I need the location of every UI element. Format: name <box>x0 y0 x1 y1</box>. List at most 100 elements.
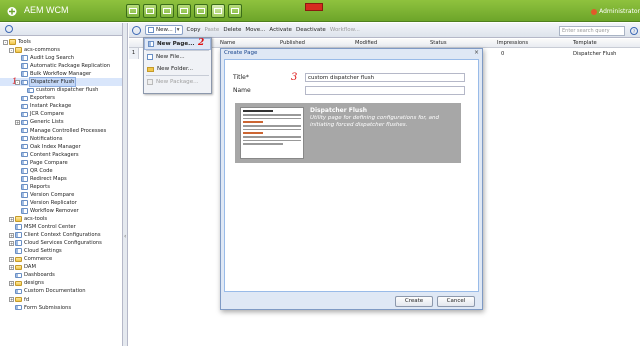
dialog-title-bar[interactable]: Create Page × <box>221 49 482 58</box>
tree-item[interactable]: Workflow Remover <box>0 207 122 215</box>
new-dropdown-menu: New Page... 2 New File... New Folder... … <box>143 37 212 94</box>
column-status[interactable]: Status <box>430 40 447 46</box>
menu-new-page[interactable]: New Page... 2 <box>144 38 211 50</box>
move-button[interactable]: Move... <box>245 27 265 33</box>
tree-item[interactable]: MSM Control Center <box>0 223 122 231</box>
tree-item[interactable]: + Cloud Services Configurations <box>0 239 122 247</box>
title-field[interactable]: custom dispatcher flush <box>305 73 465 82</box>
tree-item[interactable]: custom dispatcher flush <box>0 86 122 94</box>
expand-icon[interactable]: + <box>9 216 14 222</box>
copy-button[interactable]: Copy <box>187 27 201 33</box>
tree-item[interactable]: + Generic Lists <box>0 118 122 126</box>
tree-item-label: Tools <box>18 39 31 46</box>
tree-item-label: Redirect Maps <box>30 175 67 182</box>
expand-icon[interactable]: + <box>9 240 14 246</box>
tree-item[interactable]: + fd <box>0 296 122 304</box>
expand-icon[interactable]: + <box>9 297 14 303</box>
panel-splitter[interactable]: ‹ <box>123 23 128 346</box>
tree-item[interactable]: Version Replicator <box>0 199 122 207</box>
page-icon <box>21 168 28 174</box>
collapse-arrow-icon[interactable]: ‹ <box>124 233 126 240</box>
tree-item[interactable]: Bulk Workflow Manager <box>0 70 122 78</box>
tree-item[interactable]: Instant Package <box>0 102 122 110</box>
activate-button[interactable]: Activate <box>269 27 292 33</box>
search-input[interactable]: Enter search query <box>559 26 625 36</box>
tree-item[interactable]: Redirect Maps <box>0 175 122 183</box>
page-icon <box>21 111 28 118</box>
expand-icon[interactable]: + <box>9 280 14 286</box>
tree-item[interactable]: + Client Context Configurations <box>0 231 122 239</box>
chevron-down-icon[interactable]: ▾ <box>174 27 180 33</box>
help-icon[interactable]: ? <box>630 27 638 35</box>
close-icon[interactable]: × <box>473 50 480 57</box>
tree-item[interactable]: Exporters <box>0 94 122 102</box>
column-name[interactable]: Name <box>220 40 235 46</box>
tree-item[interactable]: Content Packagers <box>0 151 122 159</box>
menu-new-file[interactable]: New File... <box>144 51 211 63</box>
create-button[interactable]: Create <box>395 296 433 307</box>
menu-new-folder[interactable]: New Folder... <box>144 63 211 75</box>
tree-item[interactable]: + Commerce <box>0 255 122 263</box>
tree-item[interactable]: Reports <box>0 183 122 191</box>
collapse-icon[interactable]: - <box>3 39 8 45</box>
tree-item-label: Oak Index Manager <box>30 143 81 150</box>
tree-item[interactable]: Manage Controlled Processes <box>0 127 122 135</box>
tree-item-label: Instant Package <box>30 103 72 110</box>
cancel-button[interactable]: Cancel <box>437 296 475 307</box>
paste-button[interactable]: Paste <box>204 27 219 33</box>
tree-item[interactable]: Cloud Settings <box>0 247 122 255</box>
expand-icon[interactable]: + <box>9 256 14 262</box>
tree-item[interactable]: Automatic Package Replication <box>0 62 122 70</box>
user-menu[interactable]: Administrator <box>591 8 640 15</box>
tree-item-label: Reports <box>30 183 50 190</box>
tree-item[interactable]: Audit Log Search <box>0 54 122 62</box>
tree-item[interactable]: Version Compare <box>0 191 122 199</box>
users-button[interactable] <box>228 4 242 18</box>
campaigns-button[interactable] <box>177 4 191 18</box>
tree-item[interactable]: JCR Compare <box>0 110 122 118</box>
tree-item[interactable]: Custom Documentation <box>0 287 122 295</box>
tree-item[interactable]: - Dispatcher Flush 1 <box>0 77 122 88</box>
tree-item[interactable]: + designs <box>0 279 122 287</box>
tree-item[interactable]: Dashboards <box>0 271 122 279</box>
digital-assets-button[interactable] <box>143 4 157 18</box>
tree-item[interactable]: Form Submissions <box>0 304 122 312</box>
collapse-icon[interactable]: - <box>9 47 14 53</box>
folder-icon <box>15 216 22 222</box>
refresh-icon[interactable] <box>132 25 141 35</box>
tree-item[interactable]: Page Compare <box>0 159 122 167</box>
tree-item[interactable]: Oak Index Manager <box>0 143 122 151</box>
expand-icon[interactable]: + <box>9 232 14 238</box>
column-impressions[interactable]: Impressions <box>497 40 528 46</box>
tree-item[interactable]: Notifications <box>0 135 122 143</box>
tree-item-label: Manage Controlled Processes <box>30 127 107 134</box>
workflow-button[interactable]: Workflow... <box>330 27 360 33</box>
tree-item[interactable]: - acs-commons <box>0 46 122 54</box>
name-field[interactable] <box>305 86 465 95</box>
tree-item-label: Content Packagers <box>30 151 79 158</box>
new-button[interactable]: New... ▾ <box>145 25 183 35</box>
tools-button[interactable] <box>211 4 225 18</box>
communities-button[interactable] <box>160 4 174 18</box>
row-number: 1 <box>129 48 139 59</box>
template-option-selected[interactable]: Dispatcher Flush Utility page for defini… <box>235 103 461 163</box>
tree-item[interactable]: QR Code <box>0 167 122 175</box>
tree-item-label: Notifications <box>30 135 63 142</box>
tree-item[interactable]: + DAM <box>0 263 122 271</box>
name-label: Name <box>233 87 251 94</box>
column-modified[interactable]: Modified <box>355 40 377 46</box>
expand-icon[interactable]: + <box>9 264 14 270</box>
refresh-tree-icon[interactable] <box>5 25 13 33</box>
deactivate-button[interactable]: Deactivate <box>296 27 326 33</box>
expand-icon[interactable]: + <box>15 119 20 125</box>
inbox-button[interactable] <box>194 4 208 18</box>
tree-item[interactable]: - Tools <box>0 38 122 46</box>
column-template[interactable]: Template <box>573 40 597 46</box>
page-icon <box>21 119 28 126</box>
menu-new-package[interactable]: New Package... <box>144 76 211 88</box>
app-title: AEM WCM <box>24 5 69 15</box>
tree-item[interactable]: + acs-tools <box>0 215 122 223</box>
delete-button[interactable]: Delete <box>223 27 241 33</box>
column-published[interactable]: Published <box>280 40 305 46</box>
websites-button[interactable] <box>126 4 140 18</box>
